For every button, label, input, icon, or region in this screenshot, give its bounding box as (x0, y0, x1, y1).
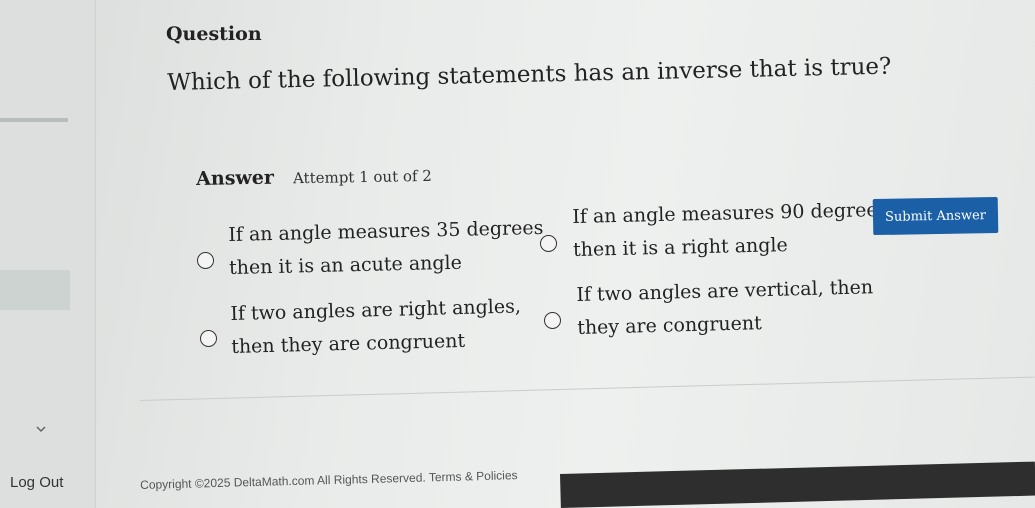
option-3-line-2: then they are congruent (230, 329, 466, 358)
terms-link[interactable]: Terms & Policies (429, 468, 518, 484)
question-label: Question (166, 23, 262, 45)
option-2-line-2: then it is a right angle (572, 234, 788, 261)
footer: Copyright ©2025 DeltaMath.com All Rights… (140, 468, 518, 492)
sidebar: Log Out (0, 0, 96, 508)
logout-link[interactable]: Log Out (10, 474, 63, 491)
sidebar-divider (0, 118, 68, 122)
answer-label: Answer (196, 166, 275, 190)
radio-option-4[interactable] (544, 312, 561, 329)
bottom-bar (560, 461, 1035, 508)
option-4-line-2: they are congruent (576, 312, 763, 339)
answer-option-3[interactable]: If two angles are right angles, then the… (230, 290, 522, 364)
copyright-text: Copyright ©2025 DeltaMath.com All Rights… (140, 470, 426, 492)
question-text: Which of the following statements has an… (167, 53, 892, 96)
answer-option-2[interactable]: If an angle measures 90 degrees, then it… (572, 194, 895, 267)
content-divider (140, 376, 1035, 401)
option-1-line-2: then it is an acute angle (228, 251, 463, 279)
answer-option-4[interactable]: If two angles are vertical, then they ar… (576, 271, 874, 345)
sidebar-highlight (0, 270, 70, 310)
radio-option-2[interactable] (540, 235, 557, 252)
attempt-counter: Attempt 1 out of 2 (292, 166, 432, 188)
radio-option-3[interactable] (200, 330, 217, 347)
chevron-down-icon[interactable] (36, 424, 46, 434)
submit-answer-button[interactable]: Submit Answer (872, 196, 999, 236)
answer-header: Answer Attempt 1 out of 2 (196, 164, 432, 190)
radio-option-1[interactable] (197, 252, 214, 269)
answer-option-1[interactable]: If an angle measures 35 degrees then it … (228, 212, 544, 285)
